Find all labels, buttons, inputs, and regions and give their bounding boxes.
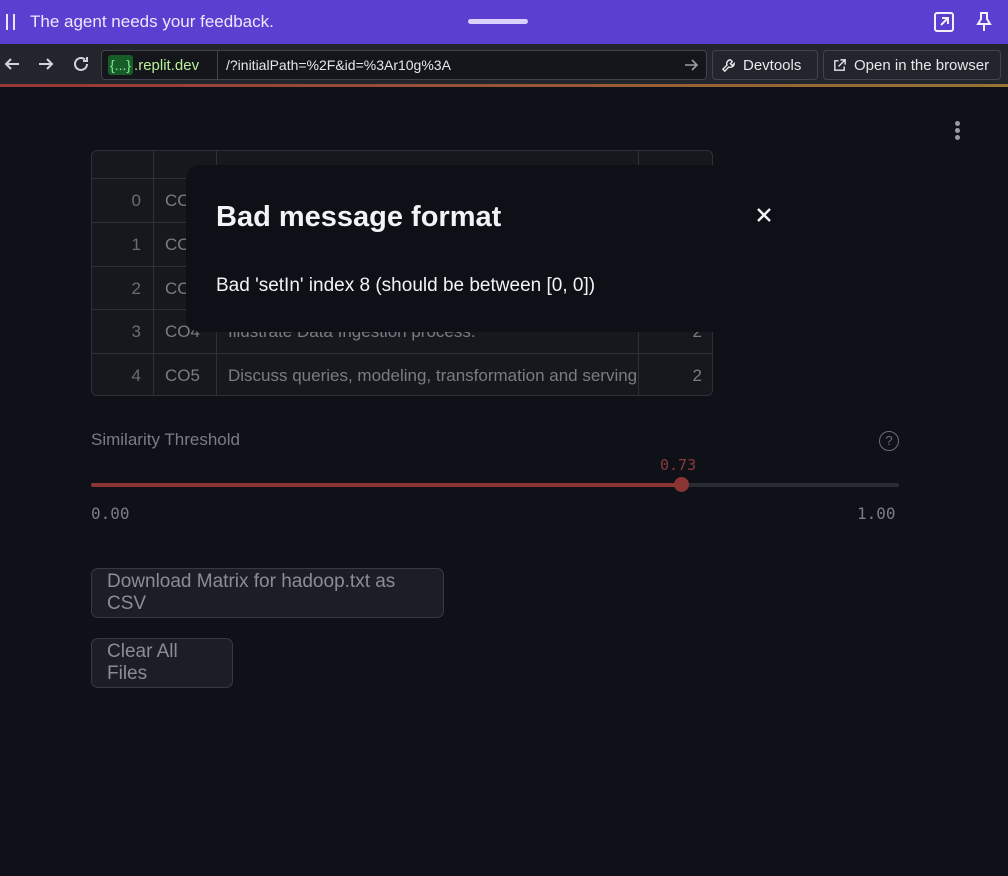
table-row[interactable]: 4 CO5 Discuss queries, modeling, transfo… [92,353,712,395]
browser-toolbar: {...} .replit.dev /?initialPath=%2F&id=%3… [0,44,1008,84]
host-label: {...} .replit.dev [102,51,218,79]
devtools-button[interactable]: Devtools [712,50,818,80]
row-level: 2 [692,366,702,385]
slider-thumb[interactable] [673,477,689,492]
download-csv-button[interactable]: Download Matrix for hadoop.txt as CSV [91,568,444,618]
main-menu-icon[interactable] [955,121,961,141]
error-dialog: Bad message format Bad 'setIn' index 8 (… [186,165,811,332]
expand-icon[interactable] [932,10,956,34]
devtools-label: Devtools [743,56,802,74]
slider-max: 1.00 [857,504,896,523]
pin-icon[interactable] [972,10,996,34]
open-in-browser-button[interactable]: Open in the browser [823,50,1001,80]
back-icon[interactable] [2,54,22,74]
dialog-title: Bad message format [216,201,502,233]
host-chip: {...} [108,55,134,75]
open-in-browser-label: Open in the browser [854,56,990,74]
similarity-threshold-label: Similarity Threshold [91,430,240,449]
drag-handle[interactable] [468,19,528,24]
dialog-message: Bad 'setIn' index 8 (should be between [… [216,275,596,296]
forward-icon[interactable] [36,54,56,74]
slider-min: 0.00 [91,504,130,523]
slider-value: 0.73 [660,456,697,474]
row-description: Discuss queries, modeling, transformatio… [218,354,639,395]
pause-icon[interactable] [6,14,16,30]
wrench-icon [721,58,735,72]
row-index: 3 [92,310,154,354]
banner-message: The agent needs your feedback. [30,12,274,31]
go-arrow-icon[interactable] [682,56,700,74]
row-index: 2 [92,267,154,311]
clear-files-button[interactable]: Clear All Files [91,638,233,688]
agent-feedback-banner: The agent needs your feedback. [0,0,1008,44]
external-link-icon [834,58,846,71]
row-co: CO5 [155,354,217,395]
slider-fill [91,483,681,487]
close-icon[interactable] [756,207,772,223]
host-domain: .replit.dev [134,56,200,74]
slider-track[interactable] [91,477,899,492]
reload-icon[interactable] [71,54,91,74]
row-index: 0 [92,179,154,223]
address-bar[interactable]: {...} .replit.dev /?initialPath=%2F&id=%3… [101,50,707,80]
url-path[interactable]: /?initialPath=%2F&id=%3Ar10g%3A [226,57,451,73]
row-index: 4 [92,354,154,395]
help-icon[interactable]: ? [879,431,899,451]
row-index: 1 [92,223,154,267]
